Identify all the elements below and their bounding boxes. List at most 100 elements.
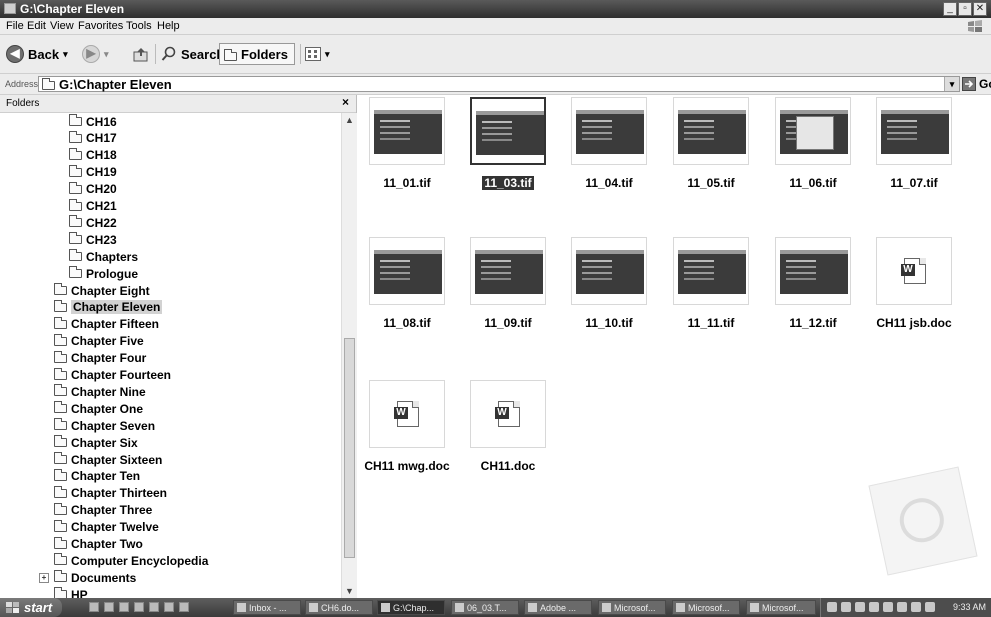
folder-tree-item[interactable]: CH16 [69, 113, 117, 130]
folder-tree-item[interactable]: Chapter Eight [54, 282, 150, 299]
folder-tree-item[interactable]: Prologue [69, 265, 138, 282]
close-pane-icon[interactable]: × [342, 95, 349, 109]
taskbar-button[interactable]: CH6.do... [305, 600, 373, 615]
folder-tree-item[interactable]: Chapter Four [54, 350, 146, 367]
file-thumbnail[interactable] [673, 97, 749, 165]
folder-tree-item[interactable]: Chapter Thirteen [54, 485, 167, 502]
folder-tree-item[interactable]: Chapter Seven [54, 417, 155, 434]
address-dropdown-icon[interactable]: ▾ [944, 77, 959, 91]
folder-tree-item[interactable]: HP [54, 586, 88, 598]
file-thumbnail[interactable]: W [369, 380, 445, 448]
back-button[interactable]: ◀ Back ▾ [6, 43, 68, 65]
search-button[interactable]: Search [161, 43, 224, 65]
folder-tree-item[interactable]: Chapter Eleven [54, 299, 163, 316]
quick-launch-icon[interactable] [134, 602, 144, 612]
quick-launch-icon[interactable] [104, 602, 114, 612]
expand-icon[interactable]: + [39, 573, 49, 584]
file-thumbnail[interactable] [775, 97, 851, 165]
tray-icon[interactable] [897, 602, 907, 612]
close-button[interactable]: ✕ [973, 2, 987, 16]
maximize-button[interactable]: ▫ [958, 2, 972, 16]
folder-tree-item[interactable]: CH21 [69, 198, 117, 215]
file-name[interactable]: 11_10.tif [561, 316, 657, 330]
taskbar-button[interactable]: Inbox - ... [233, 600, 301, 615]
folder-tree-item[interactable]: Chapter Twelve [54, 519, 159, 536]
scrollbar-thumb[interactable] [344, 338, 355, 558]
folder-tree-item[interactable]: Chapter One [54, 400, 143, 417]
file-thumbnail[interactable]: W [470, 380, 546, 448]
file-thumbnail[interactable] [571, 237, 647, 305]
menu-favorites[interactable]: Favorites [78, 20, 123, 32]
go-button[interactable]: Go [962, 76, 991, 92]
quick-launch-icon[interactable] [164, 602, 174, 612]
menu-file[interactable]: File [6, 20, 24, 32]
file-thumbnail[interactable] [369, 97, 445, 165]
folder-tree-item[interactable]: Chapter Ten [54, 468, 140, 485]
folder-tree-scrollbar[interactable]: ▲ ▼ [341, 113, 357, 598]
tray-icon[interactable] [883, 602, 893, 612]
file-name[interactable]: CH11 mwg.doc [359, 459, 455, 473]
folder-tree-item[interactable]: CH18 [69, 147, 117, 164]
file-name[interactable]: 11_11.tif [663, 316, 759, 330]
menu-help[interactable]: Help [157, 20, 180, 32]
tray-icon[interactable] [841, 602, 851, 612]
taskbar-button[interactable]: 06_03.T... [451, 600, 519, 615]
minimize-button[interactable]: _ [943, 2, 957, 16]
taskbar-button[interactable]: Microsof... [598, 600, 666, 615]
folder-tree-item[interactable]: Chapter Nine [54, 383, 146, 400]
file-thumbnail[interactable] [876, 97, 952, 165]
quick-launch-icon[interactable] [89, 602, 99, 612]
file-name[interactable]: 11_12.tif [765, 316, 861, 330]
folders-button[interactable]: Folders [219, 43, 295, 65]
folder-tree-item[interactable]: CH23 [69, 231, 117, 248]
file-name[interactable]: 11_04.tif [561, 176, 657, 190]
taskbar-button[interactable]: G:\Chap... [377, 600, 445, 615]
file-thumbnail[interactable] [470, 97, 546, 165]
folder-tree-item[interactable]: Chapter Sixteen [54, 451, 162, 468]
file-name[interactable]: 11_05.tif [663, 176, 759, 190]
file-thumbnail[interactable] [673, 237, 749, 305]
folder-tree-item[interactable]: CH22 [69, 214, 117, 231]
folder-tree-item[interactable]: Chapter Fourteen [54, 367, 171, 384]
folder-tree-item[interactable]: Chapter Two [54, 536, 143, 553]
file-name[interactable]: CH11 jsb.doc [866, 316, 962, 330]
folder-tree-item[interactable]: Computer Encyclopedia [54, 552, 208, 569]
file-name[interactable]: 11_03.tif [460, 176, 556, 190]
file-name[interactable]: 11_01.tif [359, 176, 455, 190]
file-name[interactable]: 11_08.tif [359, 316, 455, 330]
file-name[interactable]: 11_07.tif [866, 176, 962, 190]
file-thumbnail[interactable] [571, 97, 647, 165]
up-folder-button[interactable] [132, 43, 150, 65]
folder-tree-item[interactable]: CH20 [69, 181, 117, 198]
taskbar-button[interactable]: Adobe ... [524, 600, 592, 615]
file-thumbnail[interactable] [470, 237, 546, 305]
quick-launch-icon[interactable] [149, 602, 159, 612]
forward-dropdown-icon[interactable]: ▾ [104, 49, 109, 60]
file-thumbnail[interactable]: W [876, 237, 952, 305]
scroll-up-icon[interactable]: ▲ [342, 113, 357, 127]
folder-tree-item[interactable]: Chapter Fifteen [54, 316, 159, 333]
tray-icon[interactable] [827, 602, 837, 612]
taskbar-button[interactable]: Microsof... [672, 600, 740, 615]
file-thumbnail[interactable] [775, 237, 851, 305]
file-thumbnail[interactable] [369, 237, 445, 305]
tray-icon[interactable] [869, 602, 879, 612]
taskbar-button[interactable]: Microsof... [746, 600, 816, 615]
title-bar[interactable]: G:\Chapter Eleven _ ▫ ✕ [0, 0, 991, 18]
quick-launch-icon[interactable] [179, 602, 189, 612]
tray-icon[interactable] [855, 602, 865, 612]
quick-launch-icon[interactable] [119, 602, 129, 612]
folder-tree-item[interactable]: + Documents [39, 569, 136, 586]
back-dropdown-icon[interactable]: ▾ [63, 49, 68, 60]
file-name[interactable]: 11_09.tif [460, 316, 556, 330]
menu-view[interactable]: View [50, 20, 74, 32]
forward-button[interactable]: ▶ ▾ [82, 43, 109, 65]
file-name[interactable]: 11_06.tif [765, 176, 861, 190]
folder-tree-item[interactable]: CH19 [69, 164, 117, 181]
folder-tree-item[interactable]: CH17 [69, 130, 117, 147]
tray-icon[interactable] [911, 602, 921, 612]
folder-tree-item[interactable]: Chapter Five [54, 333, 144, 350]
tray-icon[interactable] [925, 602, 935, 612]
menu-tools[interactable]: Tools [126, 20, 152, 32]
menu-edit[interactable]: Edit [27, 20, 46, 32]
